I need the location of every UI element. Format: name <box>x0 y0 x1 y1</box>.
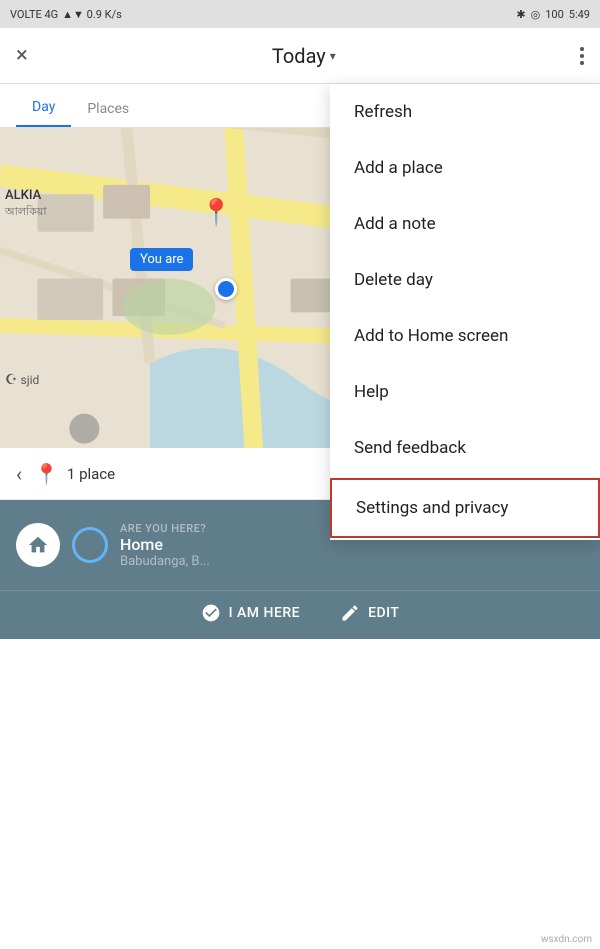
top-bar: × Today ▾ <box>0 28 600 84</box>
location-icon: ◎ <box>531 8 541 21</box>
back-arrow-button[interactable]: ‹ <box>16 462 22 486</box>
user-location-dot <box>215 278 237 300</box>
edit-label: EDIT <box>368 605 399 621</box>
i-am-here-button[interactable]: I AM HERE <box>201 603 301 623</box>
address-text: Babudanga, B... <box>120 554 584 569</box>
menu-item-help[interactable]: Help <box>330 364 600 420</box>
tab-day[interactable]: Day <box>16 89 71 127</box>
more-options-button[interactable] <box>580 47 584 65</box>
menu-item-refresh[interactable]: Refresh <box>330 84 600 140</box>
check-circle-icon <box>201 603 221 623</box>
time-label: 5:49 <box>569 8 590 21</box>
network-label: VOLTE 4G <box>10 8 58 21</box>
title-dropdown-arrow[interactable]: ▾ <box>330 49 336 63</box>
menu-item-send-feedback[interactable]: Send feedback <box>330 420 600 476</box>
alkia-label: ALKIA আলকিয়া <box>5 188 47 222</box>
you-are-label: You are <box>130 248 193 271</box>
signal-label: ▲▼ 0.9 K/s <box>62 8 122 21</box>
top-bar-title: Today ▾ <box>272 44 336 68</box>
edit-button[interactable]: EDIT <box>340 603 399 623</box>
action-bar: I AM HERE EDIT <box>0 590 600 639</box>
more-dot-3 <box>580 61 584 65</box>
close-button[interactable]: × <box>16 43 28 68</box>
bluetooth-icon: ✱ <box>516 8 525 21</box>
dropdown-menu: Refresh Add a place Add a note Delete da… <box>330 84 600 540</box>
status-bar-left: VOLTE 4G ▲▼ 0.9 K/s <box>10 8 122 21</box>
location-pin-icon: 📍 <box>200 198 232 228</box>
place-info: 📍 1 place <box>34 462 115 486</box>
battery-label: 100 <box>545 8 564 21</box>
selection-circle <box>72 527 108 563</box>
home-icon <box>27 534 49 556</box>
status-bar: VOLTE 4G ▲▼ 0.9 K/s ✱ ◎ 100 5:49 <box>0 0 600 28</box>
location-pin-nav-icon: 📍 <box>34 462 59 486</box>
tab-places[interactable]: Places <box>71 91 145 127</box>
menu-item-add-place[interactable]: Add a place <box>330 140 600 196</box>
home-icon-circle <box>16 523 60 567</box>
more-dot-1 <box>580 47 584 51</box>
menu-item-add-home-screen[interactable]: Add to Home screen <box>330 308 600 364</box>
menu-item-settings-privacy[interactable]: Settings and privacy <box>330 478 600 538</box>
edit-icon <box>340 603 360 623</box>
status-bar-right: ✱ ◎ 100 5:49 <box>516 8 590 21</box>
more-dot-2 <box>580 54 584 58</box>
title-text: Today <box>272 44 326 68</box>
menu-item-add-note[interactable]: Add a note <box>330 196 600 252</box>
watermark: wsxdn.com <box>541 934 592 945</box>
mosque-label: ☪ sjid <box>5 372 39 388</box>
place-count: 1 place <box>67 465 115 483</box>
menu-item-delete-day[interactable]: Delete day <box>330 252 600 308</box>
i-am-here-label: I AM HERE <box>229 605 301 621</box>
